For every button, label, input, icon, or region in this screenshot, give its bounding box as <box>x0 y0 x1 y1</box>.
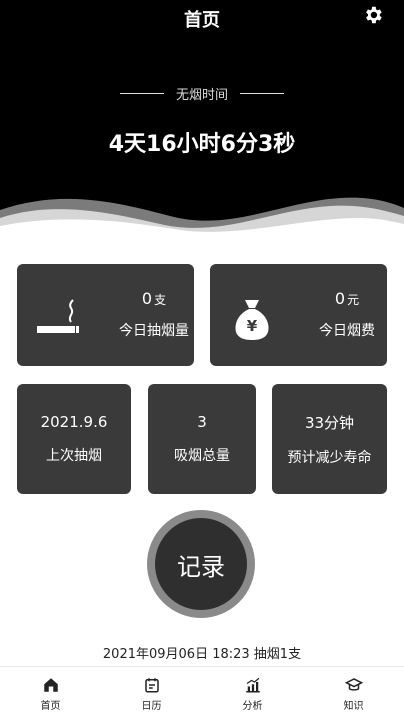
bottom-tab-bar: 首页 日历 分析 知识 <box>0 666 404 720</box>
hero-header: 首页 无烟时间 4天16小时6分3秒 <box>0 0 404 235</box>
record-button[interactable]: 记录 <box>155 518 247 610</box>
wave-decoration <box>0 197 404 235</box>
today-cost-text: 0元 今日烟费 <box>302 289 392 340</box>
tab-calendar-label: 日历 <box>141 700 162 712</box>
money-bag-icon: ¥ <box>235 300 269 340</box>
last-record-text: 2021年09月06日 18:23 抽烟1支 <box>102 647 302 662</box>
tab-home-label: 首页 <box>40 700 61 712</box>
today-cost-value: 0 <box>334 289 346 308</box>
total-count-label: 吸烟总量 <box>174 448 230 464</box>
today-count-unit: 支 <box>154 293 167 307</box>
total-count-card[interactable]: 3 吸烟总量 <box>148 384 256 494</box>
tab-calendar[interactable]: 日历 <box>101 667 202 720</box>
chart-icon <box>245 677 260 692</box>
divider-line-right <box>240 93 284 94</box>
tab-analysis[interactable]: 分析 <box>202 667 303 720</box>
graduation-cap-icon <box>344 677 363 691</box>
today-cost-label: 今日烟费 <box>319 323 375 339</box>
tab-knowledge[interactable]: 知识 <box>303 667 404 720</box>
life-reduced-label: 预计减少寿命 <box>287 449 372 466</box>
calendar-icon <box>144 677 159 692</box>
today-count-text: 0支 今日抽烟量 <box>109 289 199 340</box>
today-cost-card[interactable]: ¥ 0元 今日烟费 <box>210 264 387 366</box>
divider-line-left <box>119 93 164 94</box>
svg-text:¥: ¥ <box>247 317 258 335</box>
today-count-value: 0 <box>141 289 153 308</box>
tab-home[interactable]: 首页 <box>0 667 101 720</box>
smoke-free-label-row: 无烟时间 <box>0 84 404 103</box>
section-label: 无烟时间 <box>175 88 228 103</box>
life-reduced-value: 33分钟 <box>304 413 355 432</box>
today-count-card[interactable]: 0支 今日抽烟量 <box>17 264 194 366</box>
last-smoke-label: 上次抽烟 <box>46 448 102 464</box>
cigarette-icon <box>37 299 79 333</box>
today-cost-unit: 元 <box>347 293 360 307</box>
tab-analysis-label: 分析 <box>242 700 263 712</box>
tab-knowledge-label: 知识 <box>343 700 364 712</box>
life-reduced-card[interactable]: 33分钟 预计减少寿命 <box>272 384 387 494</box>
home-icon <box>43 677 58 692</box>
gear-icon[interactable] <box>362 4 384 26</box>
home-screen: 首页 无烟时间 4天16小时6分3秒 0支 今日抽烟量 ¥ 0 元 今日烟费 2… <box>0 0 404 720</box>
last-smoke-card[interactable]: 2021.9.6 上次抽烟 <box>17 384 131 494</box>
last-smoke-value: 2021.9.6 <box>40 413 108 431</box>
total-count-value: 3 <box>197 413 207 431</box>
today-count-label: 今日抽烟量 <box>119 323 189 339</box>
page-title: 首页 <box>184 10 220 31</box>
smoke-free-timer: 4天16小时6分3秒 <box>108 132 296 157</box>
